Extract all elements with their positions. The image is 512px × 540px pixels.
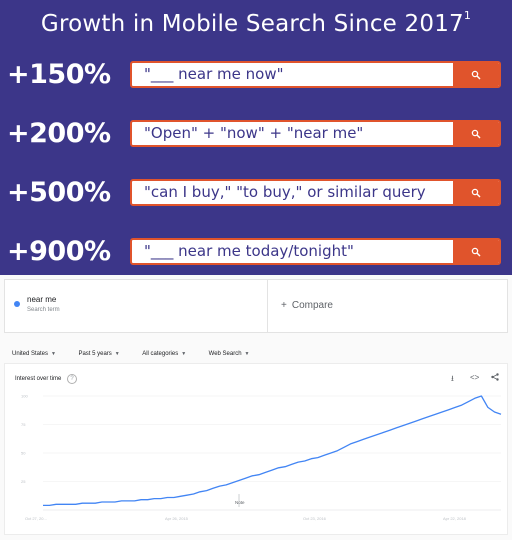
- query-text: "___ near me now": [144, 65, 284, 83]
- stat-percent: +900%: [7, 236, 111, 267]
- search-term-name: near me: [27, 295, 57, 304]
- stat-row: +200% "Open" + "now" + "near me": [0, 117, 512, 151]
- chevron-down-icon: ▼: [244, 351, 250, 357]
- search-term-card: near me Search term + Compare: [4, 279, 508, 333]
- x-tick-label: Apr 22, 2018: [443, 516, 467, 521]
- stat-percent: +500%: [7, 177, 111, 208]
- search-term-chip[interactable]: near me Search term: [5, 280, 268, 332]
- compare-label: Compare: [291, 300, 333, 311]
- category-filter-dropdown[interactable]: All categories ▼: [142, 351, 186, 357]
- y-tick-label: 75: [21, 422, 26, 427]
- x-tick-label: Oct 23, 2016: [303, 516, 327, 521]
- search-icon: [453, 63, 499, 86]
- search-icon: [453, 240, 499, 263]
- compare-button[interactable]: + Compare: [281, 300, 338, 311]
- query-search-box: "___ near me now": [130, 61, 501, 88]
- chevron-down-icon: ▼: [51, 351, 56, 357]
- query-search-box: "Open" + "now" + "near me": [130, 120, 501, 147]
- growth-infographic: Growth in Mobile Search Since 20171 +150…: [0, 0, 512, 275]
- y-tick-label: 100: [21, 394, 28, 399]
- search-icon: [453, 181, 499, 204]
- chevron-down-icon: ▼: [181, 351, 187, 357]
- chevron-down-icon: ▼: [114, 351, 120, 357]
- search-icon: [453, 122, 499, 145]
- x-tick-label: Apr 26, 2015: [165, 516, 189, 521]
- query-text: "Open" + "now" + "near me": [144, 124, 364, 142]
- filter-bar: United States ▼ Past 5 years ▼ All categor…: [12, 342, 268, 357]
- stat-row: +500% "can I buy," "to buy," or similar …: [0, 176, 512, 210]
- region-filter-dropdown[interactable]: United States ▼: [12, 351, 56, 357]
- filter-label: Past 5 years: [78, 351, 112, 357]
- search-term-subtitle: Search term: [27, 307, 60, 313]
- y-tick-label: 50: [21, 451, 26, 456]
- series-color-dot: [14, 301, 20, 307]
- query-text: "can I buy," "to buy," or similar query: [144, 183, 426, 201]
- query-search-box: "can I buy," "to buy," or similar query: [130, 179, 501, 206]
- search-type-filter-dropdown[interactable]: Web Search ▼: [209, 351, 250, 357]
- query-search-box: "___ near me today/tonight": [130, 238, 501, 265]
- x-tick-label: Oct 27, 20...: [25, 516, 47, 521]
- y-tick-label: 25: [21, 479, 26, 484]
- filter-label: All categories: [142, 351, 179, 357]
- chart-title: Interest over time: [15, 376, 62, 382]
- interest-over-time-card: Interest over time ? ⭳ <> 100 75 50 25 Oct 2…: [4, 363, 508, 535]
- share-icon[interactable]: [491, 373, 499, 383]
- stat-row: +150% "___ near me now": [0, 58, 512, 92]
- time-range-filter-dropdown[interactable]: Past 5 years ▼: [78, 351, 119, 357]
- stat-percent: +150%: [7, 59, 111, 90]
- series-line: [43, 395, 502, 507]
- stat-row: +900% "___ near me today/tonight": [0, 235, 512, 269]
- help-icon[interactable]: ?: [67, 374, 77, 384]
- filter-label: Web Search: [208, 351, 242, 357]
- trends-panel: near me Search term + Compare United Stat…: [0, 275, 512, 540]
- filter-label: United States: [12, 351, 49, 357]
- interest-line-chart: 100 75 50 25 Oct 27, 20... Apr 26, 2015 Oct 23…: [21, 394, 502, 521]
- embed-icon[interactable]: <>: [470, 373, 479, 382]
- query-text: "___ near me today/tonight": [144, 242, 354, 260]
- stat-percent: +200%: [7, 118, 111, 149]
- plus-icon: +: [281, 300, 287, 311]
- infographic-title: Growth in Mobile Search Since 20171: [40, 9, 472, 37]
- note-label: Note: [235, 500, 245, 505]
